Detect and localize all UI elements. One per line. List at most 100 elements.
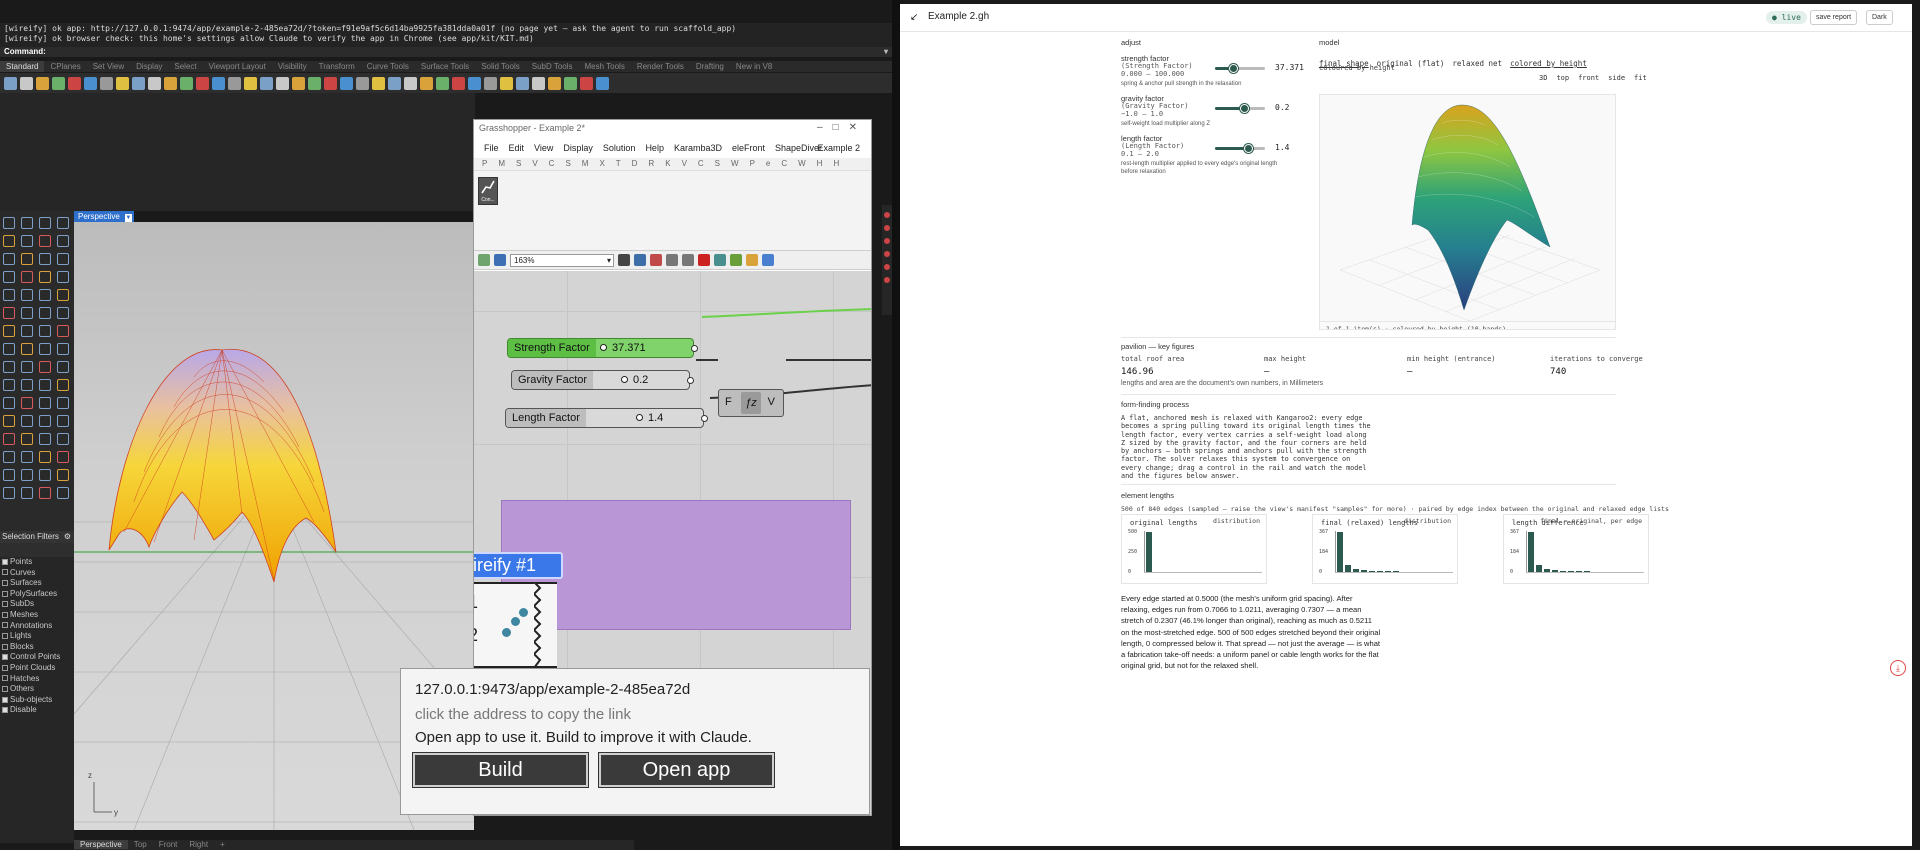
side-tool-icon[interactable] [57, 487, 69, 499]
slider-thumb[interactable] [1229, 64, 1238, 73]
control-slider[interactable] [1215, 104, 1265, 113]
filter-item[interactable]: Disable [2, 705, 74, 716]
pdf-icon[interactable]: ⤓ [1890, 660, 1906, 676]
filter-item[interactable]: Curves [2, 568, 74, 579]
side-tool-icon[interactable] [21, 307, 33, 319]
side-tool-icon[interactable] [39, 253, 51, 265]
view-button[interactable]: side [1608, 74, 1625, 82]
window-controls[interactable]: –□✕ [817, 120, 867, 136]
open-icon[interactable] [478, 254, 490, 266]
bake-icon[interactable] [714, 254, 726, 266]
toolbar-tool-icon[interactable] [260, 76, 273, 90]
side-tool-icon[interactable] [39, 271, 51, 283]
window-divider[interactable] [892, 0, 900, 850]
side-tool-icon[interactable] [57, 271, 69, 283]
menu-item[interactable]: File [479, 143, 504, 153]
slider-thumb[interactable] [1240, 104, 1249, 113]
expression-component[interactable]: F ƒz V [718, 389, 784, 417]
sketch-icon[interactable] [650, 254, 662, 266]
checkbox[interactable] [2, 675, 8, 682]
viewport-tab[interactable]: + [214, 840, 231, 849]
menu-item[interactable]: Solution [598, 143, 641, 153]
side-tool-icon[interactable] [39, 487, 51, 499]
toolbar-tool-icon[interactable] [292, 76, 305, 90]
zoom-select[interactable]: 163% [510, 253, 614, 267]
filter-item[interactable]: Meshes [2, 610, 74, 621]
side-tool-icon[interactable] [3, 361, 15, 373]
input-in1[interactable]: in1 [474, 592, 478, 613]
checkbox[interactable] [2, 580, 8, 587]
toolbar-tool-icon[interactable] [532, 76, 545, 90]
side-tool-icon[interactable] [21, 397, 33, 409]
material-icon[interactable] [746, 254, 758, 266]
checkbox[interactable] [2, 569, 8, 576]
ribbon-tab[interactable]: Curve Tools [361, 61, 415, 72]
control-slider[interactable] [1215, 64, 1265, 73]
checkbox[interactable] [2, 590, 8, 597]
side-tool-icon[interactable] [21, 217, 33, 229]
side-tool-icon[interactable] [39, 325, 51, 337]
side-tool-icon[interactable] [21, 253, 33, 265]
filter-item[interactable]: PolySurfaces [2, 589, 74, 600]
ribbon-tab[interactable]: Set View [87, 61, 130, 72]
toolbar-tool-icon[interactable] [372, 76, 385, 90]
side-tool-icon[interactable] [39, 469, 51, 481]
toolbar-tool-icon[interactable] [52, 76, 65, 90]
sphere-icon[interactable] [762, 254, 774, 266]
toolbar-tool-icon[interactable] [324, 76, 337, 90]
view-button[interactable]: front [1578, 74, 1599, 82]
side-tool-icon[interactable] [57, 433, 69, 445]
ribbon-tab[interactable]: SubD Tools [526, 61, 579, 72]
side-tool-icon[interactable] [39, 217, 51, 229]
toolbar-tool-icon[interactable] [548, 76, 561, 90]
checkbox[interactable] [2, 707, 8, 714]
side-tool-icon[interactable] [3, 469, 15, 481]
toolbar-tool-icon[interactable] [148, 76, 161, 90]
menu-item[interactable]: Display [558, 143, 598, 153]
side-tool-icon[interactable] [21, 415, 33, 427]
filter-item[interactable]: Blocks [2, 642, 74, 653]
side-tool-icon[interactable] [3, 451, 15, 463]
side-tool-icon[interactable] [3, 307, 15, 319]
side-tool-icon[interactable] [57, 397, 69, 409]
toolbar-tool-icon[interactable] [116, 76, 129, 90]
ribbon-tab[interactable]: Select [168, 61, 202, 72]
side-tool-icon[interactable] [57, 451, 69, 463]
side-tool-icon[interactable] [21, 379, 33, 391]
ribbon-tab[interactable]: CPlanes [44, 61, 86, 72]
view-button[interactable]: top [1556, 74, 1569, 82]
side-tool-icon[interactable] [39, 379, 51, 391]
checkbox[interactable] [2, 654, 8, 661]
gear-icon[interactable]: ⚙ [64, 531, 71, 543]
side-tool-icon[interactable] [39, 235, 51, 247]
side-tool-icon[interactable] [57, 469, 69, 481]
zoom-extents-icon[interactable] [618, 254, 630, 266]
build-button[interactable]: Build [412, 752, 589, 788]
save-icon[interactable] [494, 254, 506, 266]
toolbar-tool-icon[interactable] [164, 76, 177, 90]
viewport-tab[interactable]: Right [183, 840, 214, 849]
side-tool-icon[interactable] [3, 217, 15, 229]
checkbox[interactable] [2, 558, 8, 565]
toolbar-tool-icon[interactable] [84, 76, 97, 90]
theme-toggle-button[interactable]: Dark [1866, 10, 1893, 25]
ribbon-tab[interactable]: Transform [313, 61, 361, 72]
side-tool-icon[interactable] [57, 343, 69, 355]
preview-shaded-icon[interactable] [698, 254, 710, 266]
side-tool-icon[interactable] [57, 415, 69, 427]
toolbar-tool-icon[interactable] [356, 76, 369, 90]
control-slider[interactable] [1215, 144, 1265, 153]
viewport-title[interactable]: Perspective ▼ [74, 211, 134, 222]
slider-thumb[interactable] [1244, 144, 1253, 153]
toolbar-tool-icon[interactable] [100, 76, 113, 90]
side-tool-icon[interactable] [39, 361, 51, 373]
preview-off-icon[interactable] [666, 254, 678, 266]
ribbon-tab[interactable]: Drafting [690, 61, 730, 72]
ribbon-tab[interactable]: Solid Tools [475, 61, 526, 72]
checkbox[interactable] [2, 664, 8, 671]
filter-item[interactable]: Sub-objects [2, 695, 74, 706]
input-in2[interactable]: in2 [474, 625, 478, 646]
side-tool-icon[interactable] [21, 289, 33, 301]
document-name[interactable]: Example 2 [812, 140, 865, 156]
ribbon-tab[interactable]: Viewport Layout [203, 61, 272, 72]
